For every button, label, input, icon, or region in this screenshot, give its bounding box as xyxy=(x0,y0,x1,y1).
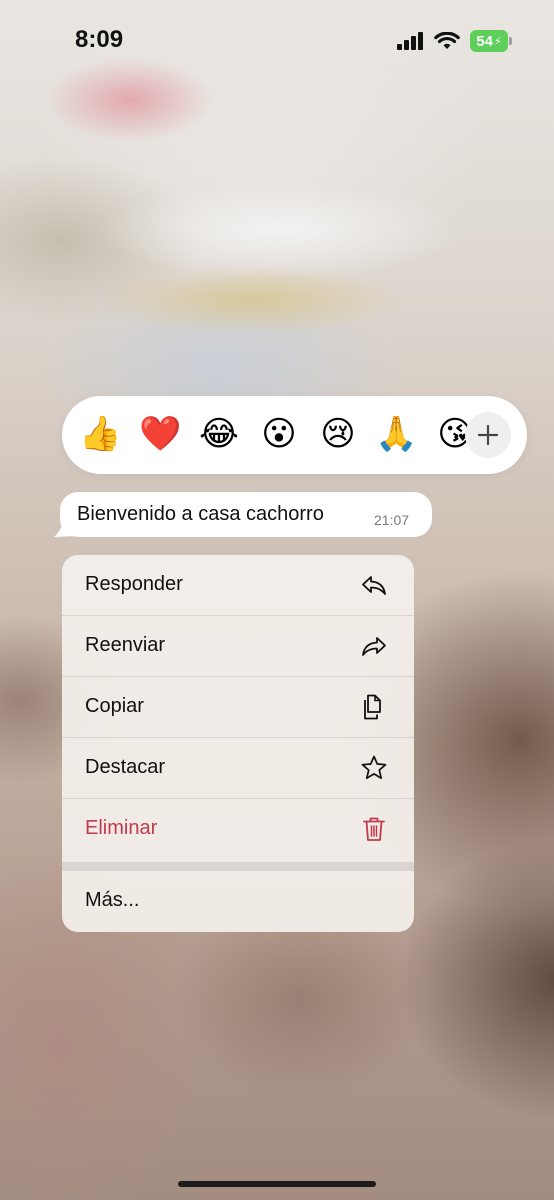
battery-level: 54 xyxy=(476,32,493,50)
context-menu: Responder Reenviar Copiar Destacar Elimi… xyxy=(62,555,414,932)
menu-item-label: Eliminar xyxy=(85,817,158,839)
reply-icon xyxy=(362,576,386,595)
copy-icon xyxy=(364,694,381,720)
wifi-icon xyxy=(434,31,460,49)
charging-bolt-icon: ⚡ xyxy=(493,35,502,48)
menu-item-responder[interactable]: Responder xyxy=(62,555,414,616)
forward-icon xyxy=(362,637,386,656)
cellular-signal-icon xyxy=(397,32,423,50)
reaction-red-heart[interactable]: ❤️ xyxy=(139,413,181,455)
menu-item-label: Destacar xyxy=(85,756,166,778)
reaction-crying[interactable]: 😢 xyxy=(317,413,359,455)
menu-divider xyxy=(62,862,414,871)
star-icon xyxy=(361,755,387,780)
menu-item-label: Más... xyxy=(85,889,140,911)
reaction-tears-of-joy[interactable]: 😂 xyxy=(198,413,240,455)
message-bubble[interactable]: Bienvenido a casa cachorro 21:07 xyxy=(60,492,432,537)
home-indicator[interactable] xyxy=(178,1181,376,1187)
reaction-bar: 👍 ❤️ 😂 😮 😢 🙏 😘 xyxy=(62,396,527,474)
reaction-surprised[interactable]: 😮 xyxy=(258,413,300,455)
message-timestamp: 21:07 xyxy=(374,512,410,528)
menu-item-copiar[interactable]: Copiar xyxy=(62,677,414,738)
trash-icon xyxy=(363,817,385,841)
message-text: Bienvenido a casa cachorro xyxy=(77,503,324,525)
status-icons: 54 ⚡ xyxy=(397,30,512,52)
menu-item-mas[interactable]: Más... xyxy=(62,871,414,932)
reaction-thumbs-up[interactable]: 👍 xyxy=(79,413,121,455)
menu-item-destacar[interactable]: Destacar xyxy=(62,738,414,799)
battery-indicator: 54 ⚡ xyxy=(470,30,512,52)
menu-item-label: Copiar xyxy=(85,695,144,717)
menu-item-label: Responder xyxy=(85,573,183,595)
menu-item-label: Reenviar xyxy=(85,634,166,656)
status-bar: 8:09 54 ⚡ xyxy=(0,0,554,84)
status-time: 8:09 xyxy=(75,26,124,53)
menu-item-eliminar[interactable]: Eliminar xyxy=(62,799,414,860)
more-reactions-button[interactable] xyxy=(465,412,511,458)
plus-icon xyxy=(477,424,499,446)
reaction-folded-hands[interactable]: 🙏 xyxy=(375,413,417,455)
menu-item-reenviar[interactable]: Reenviar xyxy=(62,616,414,677)
